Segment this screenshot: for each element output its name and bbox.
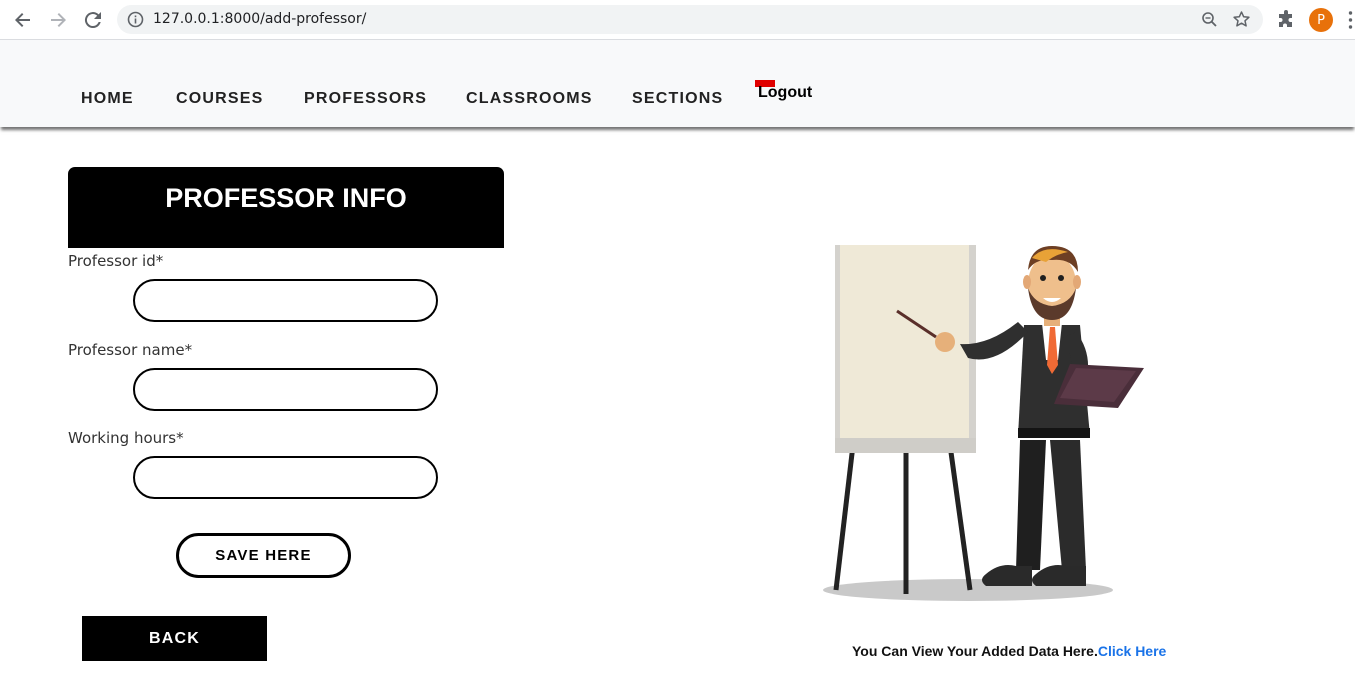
view-data-note: You Can View Your Added Data Here.Click …	[852, 643, 1166, 659]
professor-id-label: Professor id*	[68, 252, 164, 270]
extensions-icon[interactable]	[1276, 10, 1296, 30]
professor-name-label: Professor name*	[68, 341, 193, 359]
back-arrow-icon[interactable]	[12, 9, 34, 31]
professor-name-input[interactable]	[133, 368, 438, 411]
nav-courses[interactable]: COURSES	[176, 90, 264, 108]
save-button[interactable]: SAVE HERE	[176, 533, 351, 578]
info-icon[interactable]	[127, 11, 144, 28]
bookmark-star-icon[interactable]	[1232, 10, 1251, 29]
professor-illustration	[823, 245, 1144, 601]
view-data-text: You Can View Your Added Data Here.	[852, 643, 1098, 659]
working-hours-label: Working hours*	[68, 429, 184, 447]
professor-id-input[interactable]	[133, 279, 438, 322]
nav-sections[interactable]: SECTIONS	[632, 90, 723, 108]
profile-avatar[interactable]: P	[1309, 8, 1333, 32]
working-hours-input[interactable]	[133, 456, 438, 499]
browser-toolbar: 127.0.0.1:8000/add-professor/ P	[0, 0, 1355, 40]
address-bar[interactable]: 127.0.0.1:8000/add-professor/	[117, 5, 1263, 34]
logout-link[interactable]: Logout	[758, 84, 812, 102]
url-text[interactable]: 127.0.0.1:8000/add-professor/	[153, 11, 366, 27]
nav-professors[interactable]: PROFESSORS	[304, 90, 427, 108]
site-navbar: HOME COURSES PROFESSORS CLASSROOMS SECTI…	[0, 40, 1355, 127]
form-title: PROFESSOR INFO	[165, 183, 407, 213]
profile-initial: P	[1317, 12, 1325, 28]
more-menu-icon[interactable]	[1346, 10, 1355, 30]
back-button[interactable]: BACK	[82, 616, 267, 661]
click-here-link[interactable]: Click Here	[1098, 643, 1166, 659]
reload-icon[interactable]	[82, 9, 104, 31]
nav-home[interactable]: HOME	[81, 90, 134, 108]
form-header: PROFESSOR INFO	[68, 167, 504, 248]
nav-classrooms[interactable]: CLASSROOMS	[466, 90, 593, 108]
zoom-icon[interactable]	[1201, 11, 1218, 28]
forward-arrow-icon[interactable]	[47, 9, 69, 31]
